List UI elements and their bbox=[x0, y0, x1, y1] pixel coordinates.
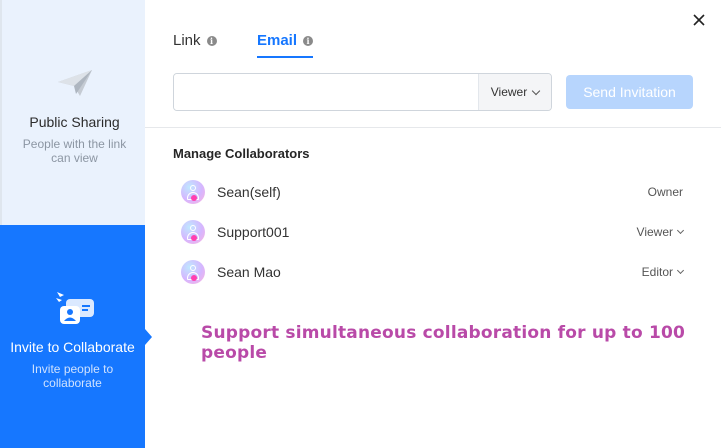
send-invitation-button[interactable]: Send Invitation bbox=[566, 75, 693, 109]
chevron-down-icon bbox=[676, 226, 685, 235]
info-icon[interactable]: i bbox=[303, 36, 314, 46]
info-icon[interactable]: i bbox=[206, 36, 217, 46]
invite-subtitle: Invite people to collaborate bbox=[31, 362, 114, 390]
collaborator-row: Support001 Viewer bbox=[173, 214, 693, 250]
collaborator-role-label: Owner bbox=[647, 185, 683, 199]
avatar bbox=[181, 220, 205, 244]
avatar bbox=[181, 180, 205, 204]
role-select-value: Viewer bbox=[490, 85, 528, 99]
public-sharing-subtitle: People with the link can view bbox=[22, 137, 127, 165]
collaborator-name: Sean Mao bbox=[217, 264, 281, 280]
email-input[interactable] bbox=[174, 74, 479, 110]
share-dialog: Public Sharing People with the link can … bbox=[0, 0, 721, 448]
invite-to-collaborate-option[interactable]: Invite to Collaborate Invite people to c… bbox=[0, 225, 152, 448]
collaborator-role-label: Viewer bbox=[636, 225, 673, 239]
role-select[interactable]: Viewer bbox=[478, 74, 551, 110]
chevron-down-icon bbox=[676, 266, 685, 275]
collaborator-name: Support001 bbox=[217, 224, 290, 240]
email-input-group: Viewer bbox=[173, 73, 552, 111]
share-mode-sidebar: Public Sharing People with the link can … bbox=[0, 0, 152, 448]
collaborator-role-dropdown[interactable]: Viewer bbox=[636, 225, 685, 239]
manage-collaborators-title: Manage Collaborators bbox=[173, 146, 310, 161]
collaboration-limit-note: Support simultaneous collaboration for u… bbox=[201, 323, 686, 363]
collaborator-role: Owner bbox=[648, 185, 683, 199]
chevron-down-icon bbox=[531, 86, 541, 95]
collaborator-row: Sean(self) Owner bbox=[173, 174, 693, 210]
tab-link[interactable]: Link i bbox=[173, 32, 217, 58]
invite-title: Invite to Collaborate bbox=[10, 339, 135, 355]
invite-collaborator-icon bbox=[56, 292, 94, 324]
public-sharing-title: Public Sharing bbox=[29, 114, 120, 130]
collaborator-row: Sean Mao Editor bbox=[173, 254, 693, 290]
collaborator-role-label: Editor bbox=[641, 265, 673, 279]
collaborator-name: Sean(self) bbox=[217, 184, 281, 200]
tab-link-label: Link bbox=[173, 32, 201, 49]
divider bbox=[145, 127, 721, 128]
close-icon[interactable] bbox=[691, 12, 707, 28]
tab-email-label: Email bbox=[257, 32, 298, 49]
avatar bbox=[181, 260, 205, 284]
public-sharing-option[interactable]: Public Sharing People with the link can … bbox=[0, 0, 145, 225]
paper-plane-icon bbox=[58, 70, 92, 96]
tab-email[interactable]: Email i bbox=[257, 32, 314, 58]
collaborator-role-dropdown[interactable]: Editor bbox=[641, 265, 685, 279]
